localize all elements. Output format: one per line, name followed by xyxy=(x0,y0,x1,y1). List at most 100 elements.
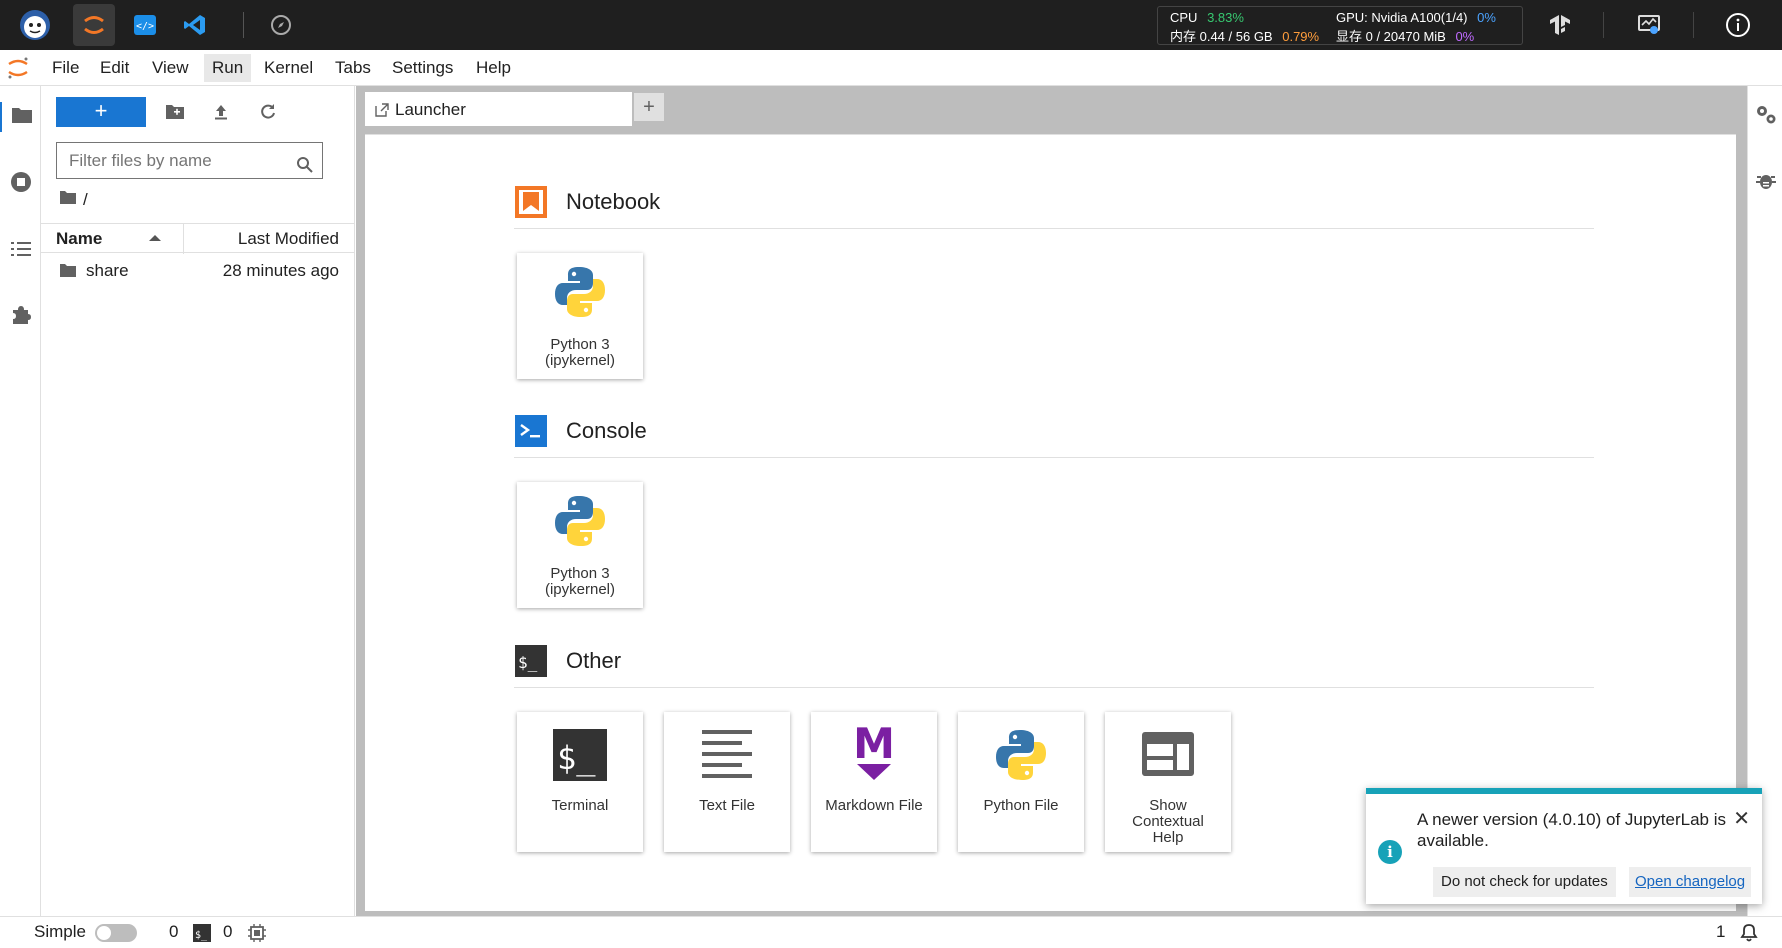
new-folder-icon[interactable] xyxy=(163,100,187,124)
mem-label: 内存 0.44 / 56 GB xyxy=(1170,29,1273,44)
card-label: Python File xyxy=(983,797,1059,814)
folder-icon xyxy=(59,262,77,283)
notebook-icon xyxy=(514,185,548,219)
mem-pct: 0.79% xyxy=(1282,29,1320,44)
gpu-value: 0% xyxy=(1477,10,1496,25)
console-icon xyxy=(514,414,548,448)
launcher-card-text-file[interactable]: Text File xyxy=(664,712,790,852)
svg-text:$_: $_ xyxy=(557,739,596,777)
column-name[interactable]: Name xyxy=(56,229,102,249)
vram-pct: 0% xyxy=(1455,29,1475,44)
card-label-line: Show xyxy=(1149,797,1187,814)
gpu-label: GPU: Nvidia A100(1/4) xyxy=(1336,10,1468,25)
card-label-line: (ipykernel) xyxy=(544,352,616,369)
cpu-value: 3.83% xyxy=(1207,10,1244,25)
python-icon xyxy=(992,726,1050,784)
folder-icon xyxy=(59,189,77,210)
extension-manager-tab[interactable] xyxy=(6,302,36,332)
add-tab-button[interactable]: + xyxy=(633,92,665,122)
menu-help[interactable]: Help xyxy=(468,54,519,82)
compass-icon[interactable] xyxy=(260,4,302,46)
bot-avatar-icon[interactable] xyxy=(14,4,56,46)
notification-count[interactable]: 1 xyxy=(1716,922,1725,942)
menu-tabs[interactable]: Tabs xyxy=(327,54,379,82)
divider xyxy=(1603,12,1604,38)
vscode-icon[interactable] xyxy=(174,4,216,46)
tab-launcher[interactable]: Launcher xyxy=(365,92,632,126)
console-section: Console Python 3 (ipykernel) xyxy=(514,410,1594,608)
filter-placeholder: Filter files by name xyxy=(69,151,212,170)
filter-files-input[interactable]: Filter files by name xyxy=(56,142,323,179)
menu-view[interactable]: View xyxy=(144,54,197,82)
kernel-count[interactable]: 0 xyxy=(169,922,178,942)
file-row[interactable]: share 28 minutes ago xyxy=(41,256,355,286)
card-label-line: Python 3 xyxy=(550,565,610,582)
launcher-card-console-python3[interactable]: Python 3 (ipykernel) xyxy=(517,482,643,608)
resource-monitor: CPU 3.83% 内存 0.44 / 56 GB 0.79% GPU: Nvi… xyxy=(1157,6,1523,45)
info-icon[interactable] xyxy=(1723,10,1753,40)
monitor-icon[interactable] xyxy=(1634,10,1664,40)
python-icon xyxy=(551,263,609,321)
card-label-line: Help xyxy=(1152,829,1184,846)
info-icon: i xyxy=(1378,840,1402,864)
file-list-header: Name Last Modified xyxy=(41,223,355,254)
card-label-line: Contextual xyxy=(1132,813,1204,830)
close-icon[interactable]: ✕ xyxy=(1733,806,1750,831)
column-last-modified[interactable]: Last Modified xyxy=(238,229,339,249)
svg-text:M: M xyxy=(853,722,895,768)
new-launcher-button[interactable]: + xyxy=(56,97,146,127)
text-file-icon xyxy=(698,726,756,784)
upload-icon[interactable] xyxy=(209,100,233,124)
launcher-card-terminal[interactable]: $_ Terminal xyxy=(517,712,643,852)
launcher-card-notebook-python3[interactable]: Python 3 (ipykernel) xyxy=(517,253,643,379)
table-of-contents-tab[interactable] xyxy=(6,236,36,266)
kernel-chip-icon xyxy=(248,924,266,947)
menu-kernel[interactable]: Kernel xyxy=(256,54,321,82)
card-label: Python 3 (ipykernel) xyxy=(517,337,643,369)
markdown-icon: M xyxy=(845,719,903,780)
launcher-card-contextual-help[interactable]: Show Contextual Help xyxy=(1105,712,1231,852)
simple-mode-toggle[interactable] xyxy=(95,924,137,942)
breadcrumb-path: / xyxy=(83,189,88,209)
breadcrumb[interactable]: / xyxy=(59,189,88,210)
running-sessions-tab[interactable] xyxy=(6,169,36,199)
file-browser-tab[interactable] xyxy=(0,102,41,132)
svg-text:</>: </> xyxy=(136,21,154,32)
jupyter-icon[interactable] xyxy=(73,4,115,46)
bell-icon[interactable] xyxy=(1738,921,1760,948)
update-notification: i A newer version (4.0.10) of JupyterLab… xyxy=(1366,788,1762,904)
python-icon xyxy=(551,492,609,550)
terminal-icon: $_ xyxy=(193,924,211,947)
divider xyxy=(1693,12,1694,38)
folder-icon xyxy=(11,105,33,129)
jupyter-logo-icon xyxy=(6,56,32,82)
code-server-icon[interactable]: </> xyxy=(124,4,166,46)
do-not-check-updates-button[interactable]: Do not check for updates xyxy=(1433,867,1616,897)
sort-ascending-icon xyxy=(149,235,161,241)
other-section: $_ Other $_ Terminal Text File M Markdow… xyxy=(514,640,1594,852)
card-label: Show Contextual Help xyxy=(1105,798,1231,846)
notebook-section: Notebook Python 3 (ipykernel) xyxy=(514,181,1594,379)
terminal-count[interactable]: 0 xyxy=(223,922,232,942)
terminal-icon: $_ xyxy=(551,726,609,784)
status-bar: Simple 0 $_ 0 1 xyxy=(0,916,1782,945)
property-inspector-tab[interactable] xyxy=(1753,104,1779,130)
divider xyxy=(243,12,244,38)
menu-run[interactable]: Run xyxy=(204,54,252,82)
stop-circle-icon xyxy=(9,170,33,198)
launcher-card-python-file[interactable]: Python File xyxy=(958,712,1084,852)
tensorflow-icon[interactable] xyxy=(1545,10,1575,40)
refresh-icon[interactable] xyxy=(256,100,280,124)
open-changelog-link[interactable]: Open changelog xyxy=(1629,867,1752,897)
debugger-tab[interactable] xyxy=(1753,170,1779,196)
launcher-card-markdown-file[interactable]: M Markdown File xyxy=(811,712,937,852)
menu-file[interactable]: File xyxy=(44,54,87,82)
simple-mode-label: Simple xyxy=(34,922,86,941)
card-label-line: (ipykernel) xyxy=(544,581,616,598)
menu-settings[interactable]: Settings xyxy=(384,54,461,82)
menu-edit[interactable]: Edit xyxy=(92,54,137,82)
menu-bar: File Edit View Run Kernel Tabs Settings … xyxy=(0,50,1782,86)
file-name: share xyxy=(86,261,129,280)
card-label: Python 3 (ipykernel) xyxy=(517,566,643,598)
search-icon xyxy=(296,151,314,186)
